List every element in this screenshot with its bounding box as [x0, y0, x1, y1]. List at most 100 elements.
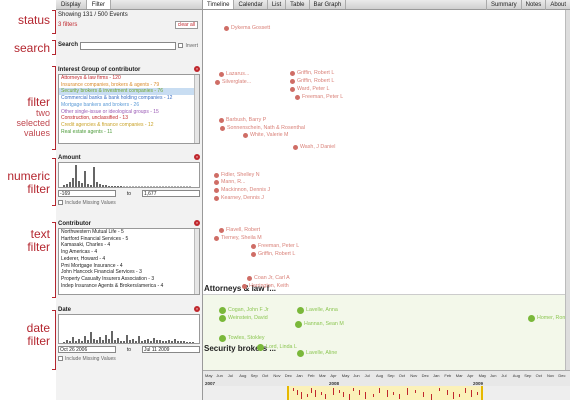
contributor-item[interactable]: Hartford Financial Services - 5 — [59, 236, 199, 243]
event-label[interactable]: Barbush, Barry P — [226, 117, 266, 123]
interest-group-item[interactable]: Mortgage bankers and brokers - 26 — [59, 102, 199, 109]
event-label[interactable]: Weinstein, David — [228, 315, 268, 321]
event-label[interactable]: Towles, Stokley — [228, 335, 265, 341]
amount-missing-option[interactable]: Include Missing Values — [58, 200, 200, 206]
event-label[interactable]: Lavelle, Aline — [306, 350, 337, 356]
contributor-item[interactable]: Ing Americas - 4 — [59, 249, 199, 256]
amount-max-input[interactable]: 1,677 — [141, 190, 200, 197]
event-label[interactable]: Wash, J Daniel — [300, 144, 335, 150]
event-label[interactable]: Kearney, Dennis J — [221, 195, 264, 201]
tab-notes[interactable]: Notes — [520, 0, 546, 10]
event-label[interactable]: Cogan, John F Jr — [228, 307, 269, 313]
event-label[interactable]: Freeman, Peter L — [258, 243, 299, 249]
tab-table[interactable]: Table — [286, 0, 310, 9]
event-label[interactable]: Tierney, Sheila M — [221, 235, 262, 241]
contributor-item[interactable]: John Hancock Financial Services - 3 — [59, 269, 199, 276]
tab-calendar[interactable]: Calendar — [234, 0, 268, 9]
interest-group-item[interactable]: Insurance companies, brokers & agents - … — [59, 82, 199, 89]
checkbox-box[interactable] — [178, 43, 184, 49]
interest-group-list[interactable]: Attorneys & law firms - 120 Insurance com… — [58, 74, 200, 144]
event-label[interactable]: Lazarus... — [226, 71, 249, 77]
interest-group-item[interactable]: Real estate agents - 11 — [59, 129, 199, 136]
event-dot[interactable] — [528, 314, 535, 322]
event-dot[interactable] — [219, 227, 224, 233]
contributor-item[interactable]: Indep Insurance Agents & Brokers/america… — [59, 283, 199, 290]
scrollbar[interactable] — [194, 75, 199, 143]
interest-group-item[interactable]: Security brokers & investment companies … — [59, 88, 199, 96]
event-dot[interactable] — [247, 275, 252, 281]
event-label[interactable]: Mann, R... — [221, 179, 245, 185]
checkbox-box[interactable] — [58, 200, 63, 206]
tab-about[interactable]: About — [545, 0, 570, 10]
interest-group-item[interactable]: Construction, unclassified - 13 — [59, 115, 199, 122]
amount-histogram[interactable] — [58, 162, 200, 188]
event-dot[interactable] — [219, 314, 226, 322]
event-dot[interactable] — [214, 235, 219, 241]
event-label[interactable]: Mackinnon, Dennis J — [221, 187, 270, 193]
event-label[interactable]: Coan Jr, Carl A — [254, 275, 290, 281]
event-label[interactable]: Hannan, Sean M — [304, 321, 344, 327]
event-dot[interactable] — [257, 343, 264, 351]
clear-all-button[interactable]: clear all — [174, 21, 198, 29]
event-label[interactable]: Flavell, Robert — [226, 227, 260, 233]
date-end-input[interactable]: Jul 11 2009 — [141, 346, 200, 353]
interest-group-item[interactable]: Commercial banks & bank holding companie… — [59, 95, 199, 102]
event-dot[interactable] — [215, 79, 220, 85]
timeline-scrollbar[interactable] — [565, 10, 570, 370]
event-dot[interactable] — [214, 187, 219, 193]
timeline-canvas[interactable]: Attorneys & law f... Security brokers ..… — [203, 10, 570, 370]
tab-bar-graph[interactable]: Bar Graph — [310, 0, 347, 9]
search-input[interactable] — [80, 42, 176, 50]
contributor-item[interactable]: Kamasaki, Charles - 4 — [59, 242, 199, 249]
event-label[interactable]: Griffin, Robert L — [258, 251, 295, 257]
date-missing-option[interactable]: Include Missing Values — [58, 356, 200, 362]
event-dot[interactable] — [295, 94, 300, 100]
tab-summary[interactable]: Summary — [485, 0, 521, 10]
event-label[interactable]: Lavelle, Anna — [306, 307, 338, 313]
event-dot[interactable] — [290, 86, 295, 92]
event-dot[interactable] — [290, 70, 295, 76]
contributor-list[interactable]: Northwestern Mutual Life - 5 Hartford Fin… — [58, 228, 200, 295]
date-histogram[interactable] — [58, 314, 200, 344]
event-dot[interactable] — [293, 144, 298, 150]
event-dot[interactable] — [219, 71, 224, 77]
event-dot[interactable] — [243, 132, 248, 138]
contributor-item[interactable]: Northwestern Mutual Life - 5 — [59, 229, 199, 236]
close-icon[interactable]: × — [194, 154, 200, 160]
event-dot[interactable] — [242, 283, 247, 289]
tab-timeline[interactable]: Timeline — [203, 0, 235, 9]
event-dot[interactable] — [220, 125, 225, 131]
event-label[interactable]: Freeman, Peter L — [302, 94, 343, 100]
event-label[interactable]: Griffin, Robert L — [297, 70, 334, 76]
close-icon[interactable]: × — [194, 66, 200, 72]
scrollbar[interactable] — [194, 229, 199, 294]
interest-group-item[interactable]: Credit agencies & finance companies - 12 — [59, 122, 199, 129]
tab-display[interactable]: Display — [56, 0, 87, 9]
event-label[interactable]: Harrington, Keith — [249, 283, 289, 289]
event-label[interactable]: Griffin, Robert L — [297, 78, 334, 84]
tab-list[interactable]: List — [268, 0, 287, 9]
contributor-item[interactable]: Pmi Mortgage Insurance - 4 — [59, 263, 199, 270]
interest-group-item[interactable]: Attorneys & law firms - 120 — [59, 75, 199, 82]
event-dot[interactable] — [251, 251, 256, 257]
invert-checkbox[interactable]: Invert — [178, 43, 198, 49]
event-dot[interactable] — [224, 25, 229, 31]
event-label[interactable]: Dykema Gossett — [231, 25, 270, 31]
contributor-item[interactable]: Lederer, Howard - 4 — [59, 256, 199, 263]
event-label[interactable]: Ward, Peter L — [297, 86, 329, 92]
event-dot[interactable] — [219, 306, 226, 314]
interest-group-item[interactable]: Other single-issue or ideological groups… — [59, 109, 199, 116]
tab-filter[interactable]: Filter — [86, 0, 112, 9]
amount-min-input[interactable]: -169 — [58, 190, 116, 197]
event-dot[interactable] — [219, 334, 226, 342]
event-dot[interactable] — [251, 243, 256, 249]
close-icon[interactable]: × — [194, 220, 200, 226]
event-label[interactable]: Fidler, Shelley N — [221, 172, 260, 178]
event-label[interactable]: Lord, Linda L — [266, 344, 297, 350]
event-dot[interactable] — [214, 179, 219, 185]
event-dot[interactable] — [214, 195, 219, 201]
contributor-item[interactable]: Property Casualty Insurers Association -… — [59, 276, 199, 283]
event-dot[interactable] — [297, 349, 304, 357]
date-start-input[interactable]: Oct 26 2006 — [58, 346, 116, 353]
event-label[interactable]: Silverglate... — [222, 79, 251, 85]
